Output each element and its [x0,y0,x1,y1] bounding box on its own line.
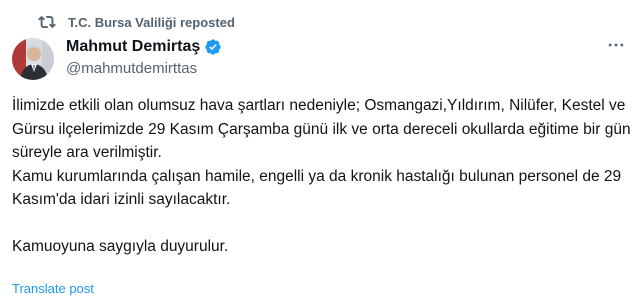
avatar[interactable] [12,38,54,80]
tweet-paragraph-2: Kamu kurumlarında çalışan hamile, engell… [12,167,626,209]
author-handle[interactable]: @mahmutdemirttas [66,60,222,77]
tweet-header: Mahmut Demirtaş @mahmutdemirttas [66,36,222,77]
tweet-paragraph-1: İlimizde etkili olan olumsuz hava şartla… [12,97,635,161]
more-options-button[interactable] [602,36,630,58]
tweet-text: İlimizde etkili olan olumsuz hava şartla… [12,94,632,259]
author-name-row: Mahmut Demirtaş [66,36,222,58]
translate-post-link[interactable]: Translate post [12,281,94,296]
tweet-paragraph-3: Kamuoyuna saygıyla duyurulur. [12,238,229,255]
author-display-name[interactable]: Mahmut Demirtaş [66,38,200,56]
more-options-icon [606,35,626,60]
verified-badge-icon [204,38,222,56]
repost-indicator[interactable]: T.C. Bursa Valiliği reposted [38,12,235,32]
repost-icon [38,13,56,31]
repost-label: T.C. Bursa Valiliği reposted [68,14,235,30]
